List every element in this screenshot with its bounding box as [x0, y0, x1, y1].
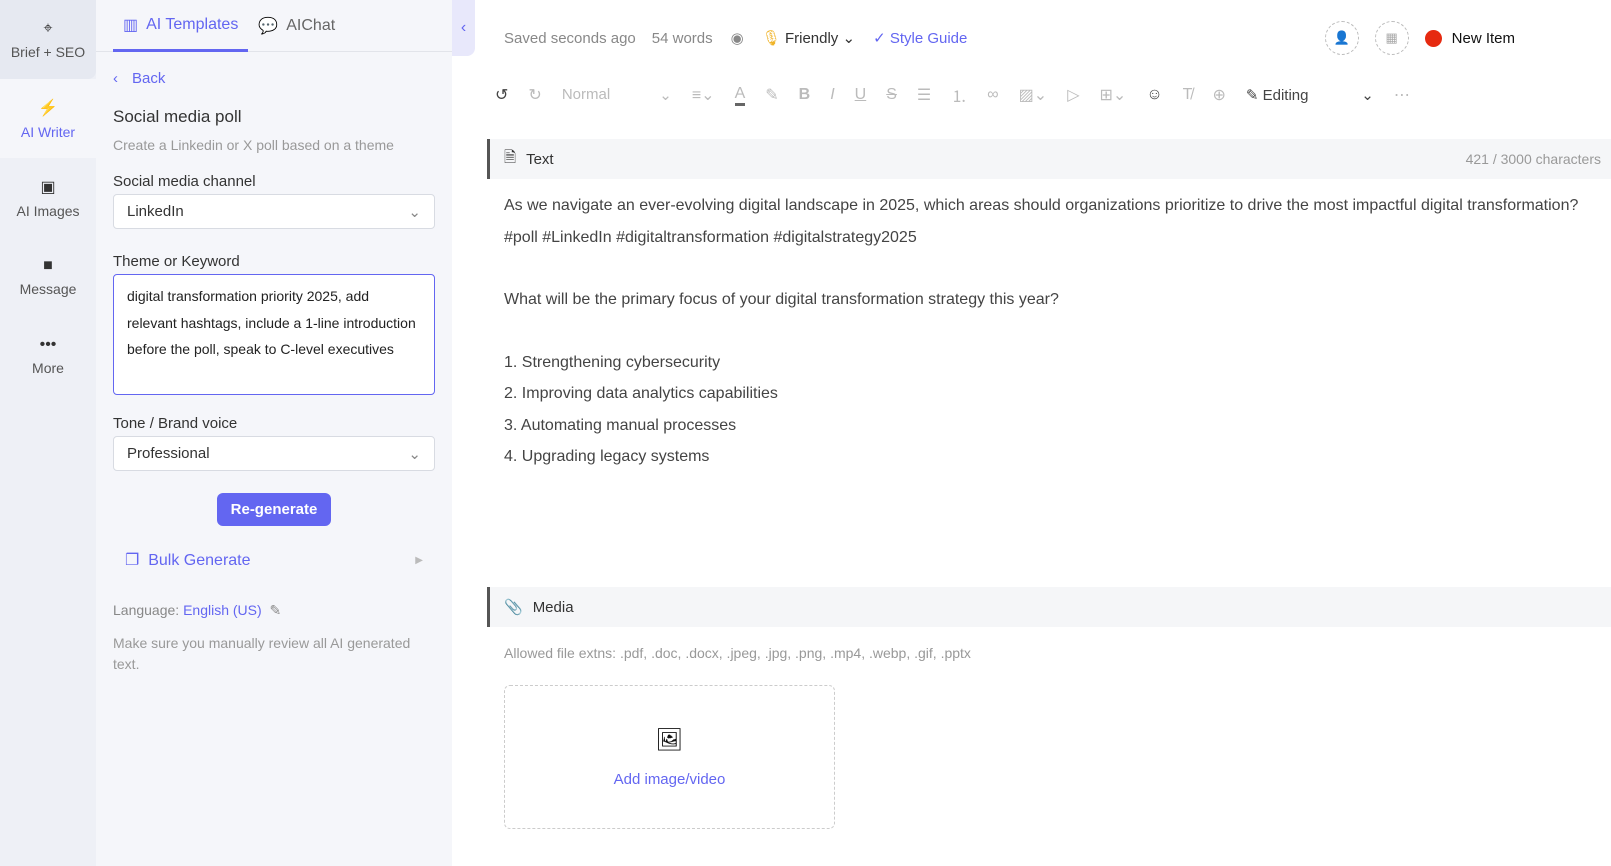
paragraph-style-select[interactable]: Normal ⌄	[562, 86, 672, 104]
format-toolbar: ↺ ↻ Normal ⌄ ≡⌄ A ✎ B I U S ☰ ⒈ ∞ ▨⌄ ▷ ⊞⌄…	[475, 76, 1611, 114]
image-icon: ▣	[40, 178, 56, 196]
channel-select[interactable]: LinkedIn ⌄	[113, 194, 435, 229]
poll-option: 3. Automating manual processes	[504, 416, 737, 434]
check-badge-icon: ✓	[873, 30, 886, 47]
text-color-icon[interactable]: A	[734, 85, 746, 106]
tone-dropdown[interactable]: 🎙 Friendly ⌄	[762, 29, 855, 47]
paragraph: What will be the primary focus of your d…	[504, 291, 1059, 308]
paragraph: As we navigate an ever-evolving digital …	[504, 197, 1579, 214]
image-icon[interactable]: ▨⌄	[1019, 85, 1048, 105]
paperclip-icon: 📎	[504, 599, 523, 616]
chat-icon: 💬	[258, 18, 279, 35]
library-icon: ▥	[123, 16, 139, 34]
paragraph: #poll #LinkedIn #digitaltransformation #…	[504, 228, 917, 246]
highlight-icon[interactable]: ✎	[765, 85, 778, 105]
video-icon[interactable]: ▷	[1067, 85, 1079, 105]
regenerate-button[interactable]: Re-generate	[216, 493, 332, 526]
numbered-list-icon[interactable]: ⒈	[951, 83, 967, 107]
poll-option: 4. Upgrading legacy systems	[504, 448, 710, 465]
image-icon: 🖼	[655, 726, 684, 752]
poll-option: 1. Strengthening cybersecurity	[504, 353, 721, 371]
chevron-left-icon: ‹	[113, 70, 118, 87]
underline-icon[interactable]: U	[855, 86, 867, 104]
eye-icon[interactable]: ◉	[731, 29, 744, 47]
template-title: Social media poll	[113, 107, 242, 126]
bold-icon[interactable]: B	[799, 86, 811, 104]
rail-item-message[interactable]: ■ Message	[0, 237, 96, 316]
poll-option: 2. Improving data analytics capabilities	[504, 385, 778, 402]
language-link[interactable]: English (US)	[183, 602, 262, 618]
text-section-header: 🗎 Text 421 / 3000 characters	[487, 139, 1611, 179]
rail-item-brief-seo[interactable]: ⌖ Brief + SEO	[0, 0, 96, 79]
align-icon[interactable]: ≡⌄	[692, 85, 715, 105]
text-content[interactable]: As we navigate an ever-evolving digital …	[475, 179, 1611, 587]
italic-icon[interactable]: I	[830, 86, 834, 104]
character-count: 421 / 3000 characters	[1465, 151, 1601, 167]
editor: Saved seconds ago 54 words ◉ 🎙 Friendly …	[475, 0, 1611, 866]
strikethrough-icon[interactable]: S	[886, 86, 897, 104]
tone-label: Tone / Brand voice	[113, 415, 238, 432]
add-user-icon[interactable]: 👤	[1324, 21, 1359, 55]
bolt-icon: ⚡	[38, 99, 58, 117]
templates-panel: ▥ AI Templates 💬 AIChat ‹ Back Social media…	[96, 0, 452, 866]
media-dropzone[interactable]: 🖼 Add image/video	[504, 685, 835, 829]
style-guide-link[interactable]: ✓ Style Guide	[873, 29, 967, 47]
rail-item-ai-images[interactable]: ▣ AI Images	[0, 158, 96, 237]
language-row: Language: English (US) ✎	[113, 602, 282, 618]
theme-label: Theme or Keyword	[113, 253, 240, 270]
clear-format-icon[interactable]: T̸	[1183, 86, 1193, 104]
channel-label: Social media channel	[113, 173, 256, 190]
edit-icon[interactable]: ✎	[269, 602, 281, 618]
allowed-extensions: Allowed file extns: .pdf, .doc, .docx, .…	[504, 645, 971, 661]
table-icon[interactable]: ⊞⌄	[1100, 85, 1127, 105]
media-section-header: 📎 Media	[487, 587, 1611, 627]
template-subtitle: Create a Linkedin or X poll based on a t…	[113, 137, 394, 153]
back-link[interactable]: ‹ Back	[113, 70, 435, 87]
more-icon: •••	[39, 335, 57, 353]
bulk-generate-button[interactable]: ❐ Bulk Generate ▶	[113, 550, 435, 570]
copy-icon: ❐	[125, 552, 140, 569]
caret-right-icon: ▶	[415, 554, 423, 566]
left-rail: ⌖ Brief + SEO ⚡ AI Writer ▣ AI Images ■ Mess…	[0, 0, 96, 866]
calendar-icon[interactable]: ▦	[1374, 21, 1409, 55]
rail-item-more[interactable]: ••• More	[0, 316, 96, 395]
undo-icon[interactable]: ↺	[495, 85, 508, 105]
chevron-left-icon: ‹	[460, 19, 467, 36]
rail-item-ai-writer[interactable]: ⚡ AI Writer	[0, 79, 96, 158]
chevron-down-icon: ⌄	[408, 203, 421, 221]
item-title: New Item	[1451, 29, 1515, 47]
review-note: Make sure you manually review all AI gen…	[113, 635, 411, 672]
link-icon[interactable]: ∞	[987, 86, 998, 104]
collapse-panel-button[interactable]: ‹	[452, 0, 475, 56]
chevron-down-icon: ⌄	[408, 445, 421, 463]
word-count: 54 words	[651, 29, 713, 47]
document-icon: 🗎	[504, 148, 517, 166]
tab-aichat[interactable]: 💬 AIChat	[248, 0, 345, 52]
tab-ai-templates[interactable]: ▥ AI Templates	[113, 0, 249, 52]
redo-icon[interactable]: ↻	[528, 85, 541, 105]
saved-status: Saved seconds ago	[504, 29, 636, 47]
status-dot	[1424, 29, 1442, 47]
microphone-icon: 🎙	[761, 30, 781, 47]
theme-textarea[interactable]: digital transformation priority 2025, ad…	[113, 274, 435, 395]
tone-select[interactable]: Professional ⌄	[113, 436, 435, 471]
message-icon: ■	[43, 256, 53, 274]
bullet-list-icon[interactable]: ☰	[917, 85, 931, 105]
editing-mode-select[interactable]: ✎ Editing ⌄	[1246, 86, 1374, 104]
more-icon[interactable]: ⋯	[1394, 85, 1410, 105]
add-media-link[interactable]: Add image/video	[614, 771, 726, 788]
crosshair-icon: ⌖	[43, 19, 53, 37]
emoji-icon[interactable]: ☺	[1146, 86, 1162, 104]
comment-icon[interactable]: ⊕	[1212, 85, 1225, 105]
